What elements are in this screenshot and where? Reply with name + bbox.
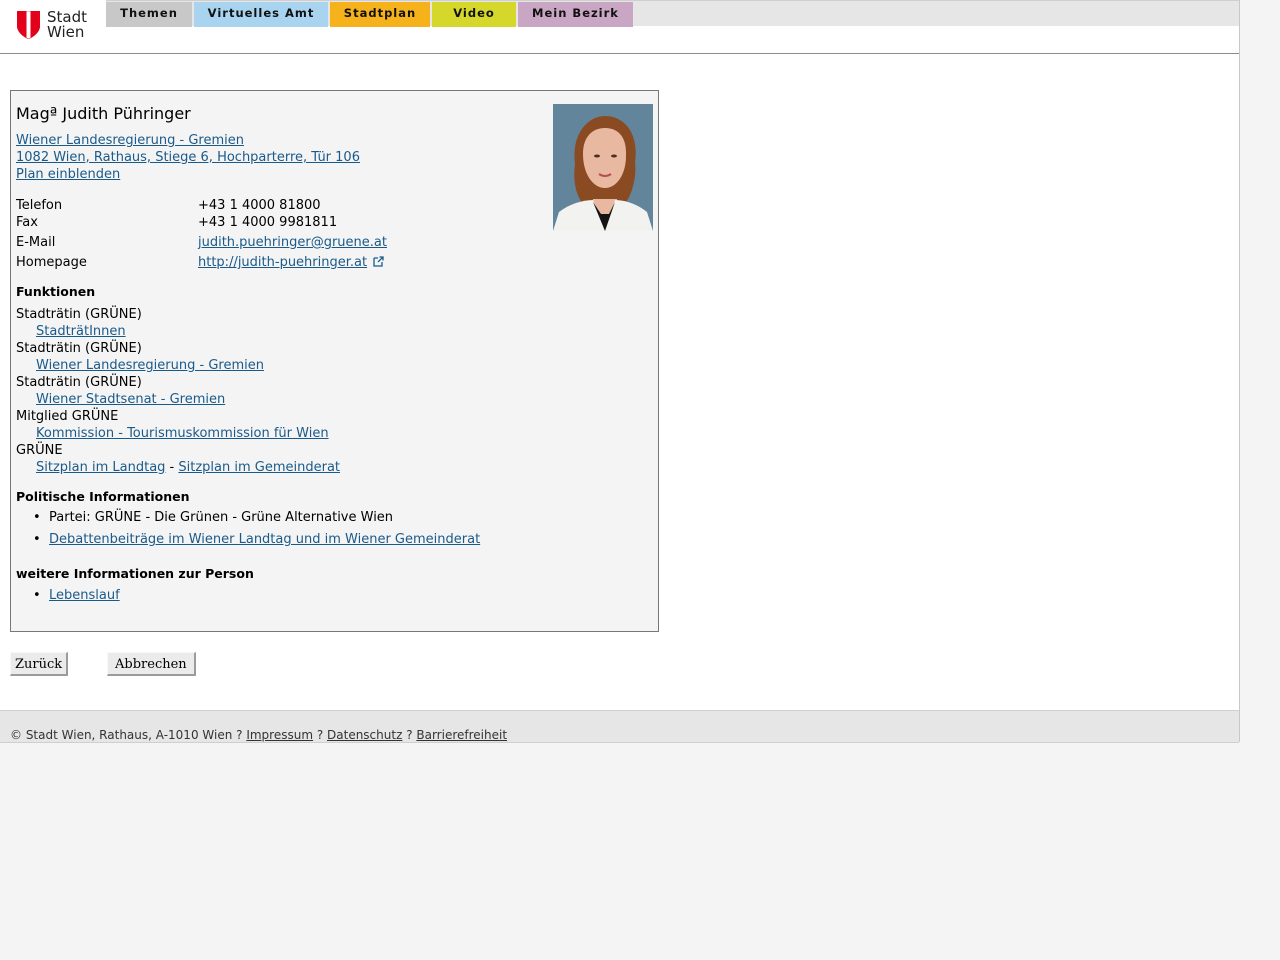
nav-tab-stadtplan[interactable]: Stadtplan (330, 2, 430, 27)
fax-value: +43 1 4000 9981811 (198, 215, 338, 230)
email-label: E-Mail (16, 235, 56, 250)
person-card: Magª Judith Pühringer Wiener Landesregie… (10, 90, 659, 632)
homepage-row: http://judith-puehringer.at (198, 255, 384, 270)
debatten-link[interactable]: Debattenbeiträge im Wiener Landtag und i… (49, 532, 480, 547)
stadt-wien-logo[interactable]: Stadt Wien (17, 10, 97, 44)
datenschutz-link[interactable]: Datenschutz (327, 728, 402, 742)
nav-tab-video[interactable]: Video (432, 2, 516, 27)
sitzplan-gemeinderat-link[interactable]: Sitzplan im Gemeinderat (178, 460, 340, 475)
lebenslauf-link[interactable]: Lebenslauf (49, 588, 120, 603)
wien-shield-icon (17, 11, 40, 39)
party-label: GRÜNE (16, 443, 63, 458)
person-name: Magª Judith Pühringer (16, 104, 191, 123)
politische-informationen-heading: Politische Informationen (16, 489, 190, 504)
main-navigation: Themen Virtuelles Amt Stadtplan Video Me… (106, 0, 1239, 27)
site-footer: © Stadt Wien, Rathaus, A-1010 Wien ? Imp… (0, 710, 1239, 743)
function-link-landesregierung[interactable]: Wiener Landesregierung - Gremien (36, 358, 264, 373)
function-link-tourismuskommission[interactable]: Kommission - Tourismuskommission für Wie… (36, 426, 329, 441)
debatten-item: Debattenbeiträge im Wiener Landtag und i… (33, 532, 480, 547)
weitere-informationen-heading: weitere Informationen zur Person (16, 566, 254, 581)
function-role: Mitglied GRÜNE (16, 409, 119, 424)
funktionen-heading: Funktionen (16, 284, 96, 299)
logo-text: Stadt Wien (47, 10, 87, 40)
function-link-stadtraetinnen[interactable]: StadträtInnen (36, 324, 126, 339)
person-photo (553, 104, 653, 231)
nav-tab-mein-bezirk[interactable]: Mein Bezirk (518, 2, 633, 27)
org-link[interactable]: Wiener Landesregierung - Gremien (16, 133, 244, 148)
footer-separator: ? (313, 728, 328, 742)
function-role: Stadträtin (GRÜNE) (16, 341, 142, 356)
impressum-link[interactable]: Impressum (246, 728, 313, 742)
address-link[interactable]: 1082 Wien, Rathaus, Stiege 6, Hochparter… (16, 150, 360, 165)
external-link-icon (373, 256, 384, 267)
page-container: Stadt Wien Themen Virtuelles Amt Stadtpl… (0, 0, 1240, 743)
nav-tab-themen[interactable]: Themen (106, 2, 192, 27)
function-link-stadtsenat[interactable]: Wiener Stadtsenat - Gremien (36, 392, 225, 407)
lebenslauf-item: Lebenslauf (33, 588, 120, 603)
fax-label: Fax (16, 215, 38, 230)
back-button[interactable]: Zurück (10, 652, 69, 676)
logo-text-line2: Wien (47, 23, 85, 41)
sitzplan-row: Sitzplan im Landtag - Sitzplan im Gemein… (36, 460, 340, 475)
function-role: Stadträtin (GRÜNE) (16, 307, 142, 322)
sitzplan-landtag-link[interactable]: Sitzplan im Landtag (36, 460, 165, 475)
email-link[interactable]: judith.puehringer@gruene.at (198, 235, 387, 250)
telefon-label: Telefon (16, 198, 63, 213)
partei-item: Partei: GRÜNE - Die Grünen - Grüne Alter… (33, 510, 393, 525)
copyright-text: © Stadt Wien, Rathaus, A-1010 Wien ? (10, 728, 247, 742)
footer-separator: ? (402, 728, 417, 742)
sitzplan-separator: - (165, 460, 179, 475)
cancel-button[interactable]: Abbrechen (107, 652, 196, 676)
footer-text: © Stadt Wien, Rathaus, A-1010 Wien ? Imp… (10, 728, 507, 742)
telefon-value: +43 1 4000 81800 (198, 198, 321, 213)
function-role: Stadträtin (GRÜNE) (16, 375, 142, 390)
homepage-link[interactable]: http://judith-puehringer.at (198, 255, 367, 270)
barrierefreiheit-link[interactable]: Barrierefreiheit (416, 728, 507, 742)
site-header: Stadt Wien Themen Virtuelles Amt Stadtpl… (0, 0, 1239, 54)
show-plan-link[interactable]: Plan einblenden (16, 167, 120, 182)
nav-tab-virtuelles-amt[interactable]: Virtuelles Amt (194, 2, 328, 27)
homepage-label: Homepage (16, 255, 87, 270)
